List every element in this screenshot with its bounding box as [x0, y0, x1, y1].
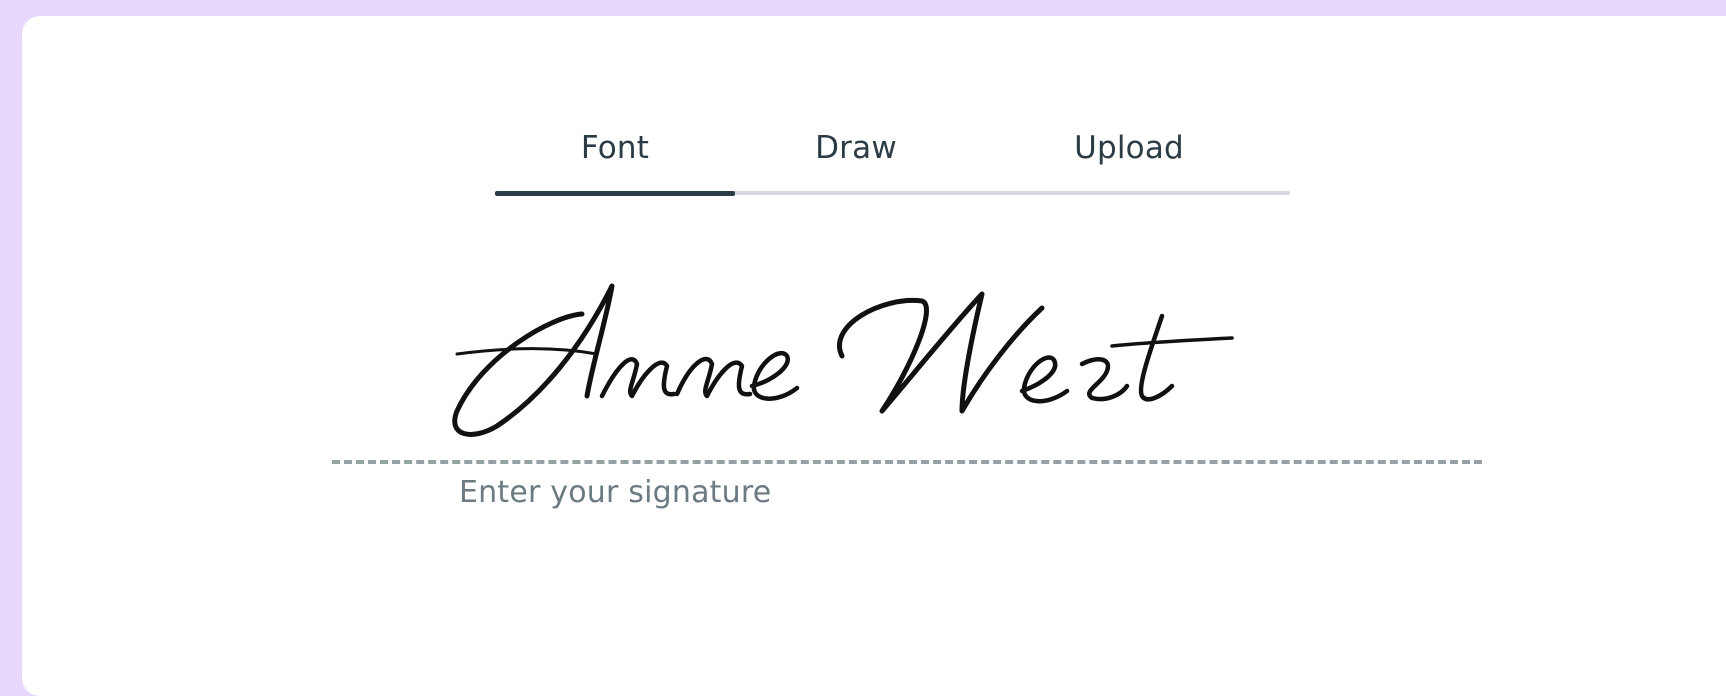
- signature-image: [452, 283, 1234, 437]
- signature-mode-tabs: Font Draw Upload: [495, 108, 1290, 188]
- signature-input-area[interactable]: [322, 246, 1472, 456]
- tab-font[interactable]: Font: [495, 108, 735, 188]
- tab-draw[interactable]: Draw: [735, 108, 977, 188]
- signature-card: Font Draw Upload Enter your signature: [22, 16, 1726, 696]
- tab-upload[interactable]: Upload: [977, 108, 1281, 188]
- tab-track: [495, 190, 1290, 196]
- active-tab-indicator: [495, 190, 735, 196]
- signature-baseline: [332, 460, 1482, 464]
- signature-prompt: Enter your signature: [459, 475, 772, 510]
